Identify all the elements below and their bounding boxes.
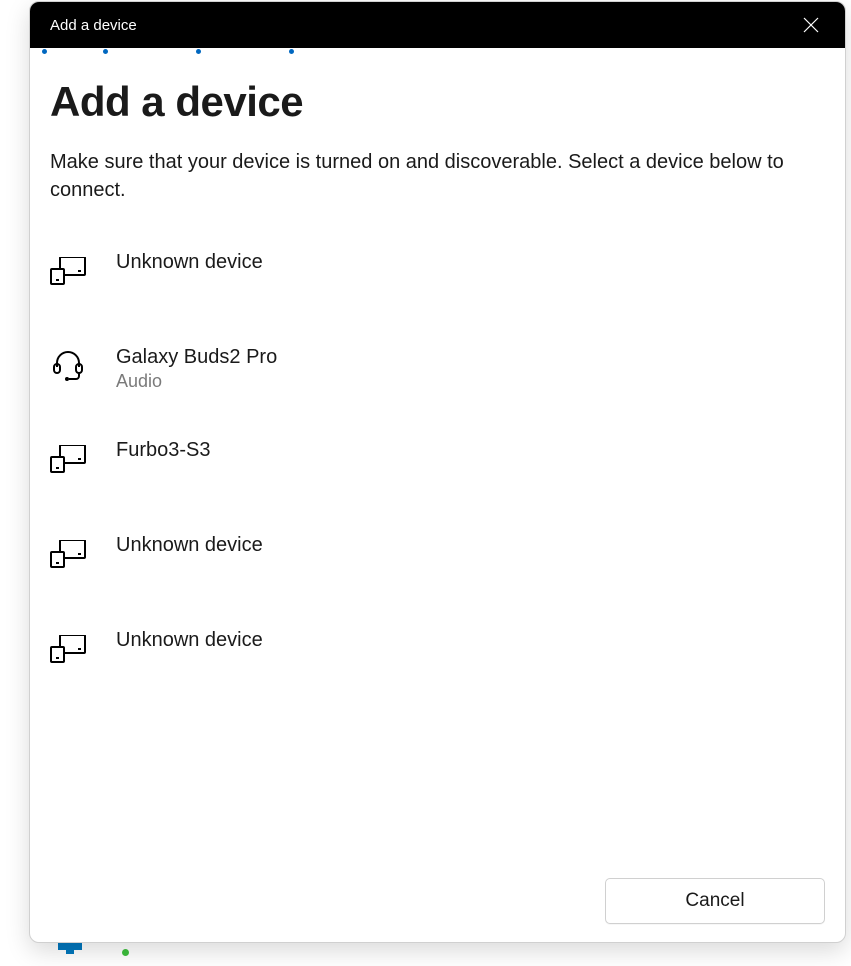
add-device-dialog: Add a device Add a device Make sure that… (29, 1, 846, 943)
dialog-titlebar: Add a device (30, 2, 845, 48)
device-text: Unknown device (116, 534, 263, 557)
device-icon (50, 631, 86, 667)
cancel-button[interactable]: Cancel (605, 878, 825, 924)
dialog-footer: Cancel (605, 878, 825, 924)
device-name-label: Unknown device (116, 251, 263, 274)
device-item-unknown-3[interactable]: Unknown device (50, 612, 825, 707)
device-name-label: Unknown device (116, 629, 263, 652)
dialog-content: Add a device Make sure that your device … (30, 56, 845, 707)
device-text: Unknown device (116, 251, 263, 274)
device-icon (50, 536, 86, 572)
close-icon (803, 17, 819, 33)
device-text: Furbo3-S3 (116, 439, 211, 462)
device-name-label: Furbo3-S3 (116, 439, 211, 462)
device-type-label: Audio (116, 371, 277, 392)
background-status-dot (122, 949, 129, 956)
close-button[interactable] (795, 9, 827, 41)
device-item-galaxy-buds[interactable]: Galaxy Buds2 Pro Audio (50, 329, 825, 422)
device-icon (50, 441, 86, 477)
device-list: Unknown device Galaxy Buds2 Pro Audio (50, 234, 825, 707)
titlebar-title: Add a device (50, 17, 137, 34)
device-icon (50, 253, 86, 289)
device-item-unknown-1[interactable]: Unknown device (50, 234, 825, 329)
device-text: Unknown device (116, 629, 263, 652)
device-text: Galaxy Buds2 Pro Audio (116, 346, 277, 392)
device-name-label: Unknown device (116, 534, 263, 557)
device-item-unknown-2[interactable]: Unknown device (50, 517, 825, 612)
page-title: Add a device (50, 78, 825, 126)
headset-icon (50, 348, 86, 384)
progress-indicator (30, 48, 845, 56)
device-item-furbo[interactable]: Furbo3-S3 (50, 422, 825, 517)
page-description: Make sure that your device is turned on … (50, 148, 820, 204)
device-name-label: Galaxy Buds2 Pro (116, 346, 277, 369)
